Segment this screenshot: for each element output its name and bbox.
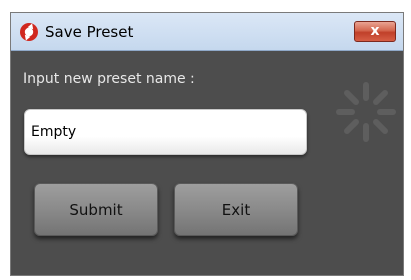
exit-button[interactable]: Exit [174, 183, 298, 236]
close-button[interactable]: x [354, 21, 396, 42]
title-bar[interactable]: Save Preset x [11, 13, 403, 51]
submit-button[interactable]: Submit [34, 183, 158, 236]
app-icon [20, 23, 38, 41]
close-icon: x [370, 23, 380, 39]
loading-spinner-icon [336, 82, 396, 142]
preset-name-input[interactable] [24, 109, 307, 155]
preset-name-label: Input new preset name : [23, 71, 195, 87]
save-preset-dialog: Save Preset x Input new preset name : Su… [10, 12, 404, 276]
window-title: Save Preset [45, 23, 134, 41]
